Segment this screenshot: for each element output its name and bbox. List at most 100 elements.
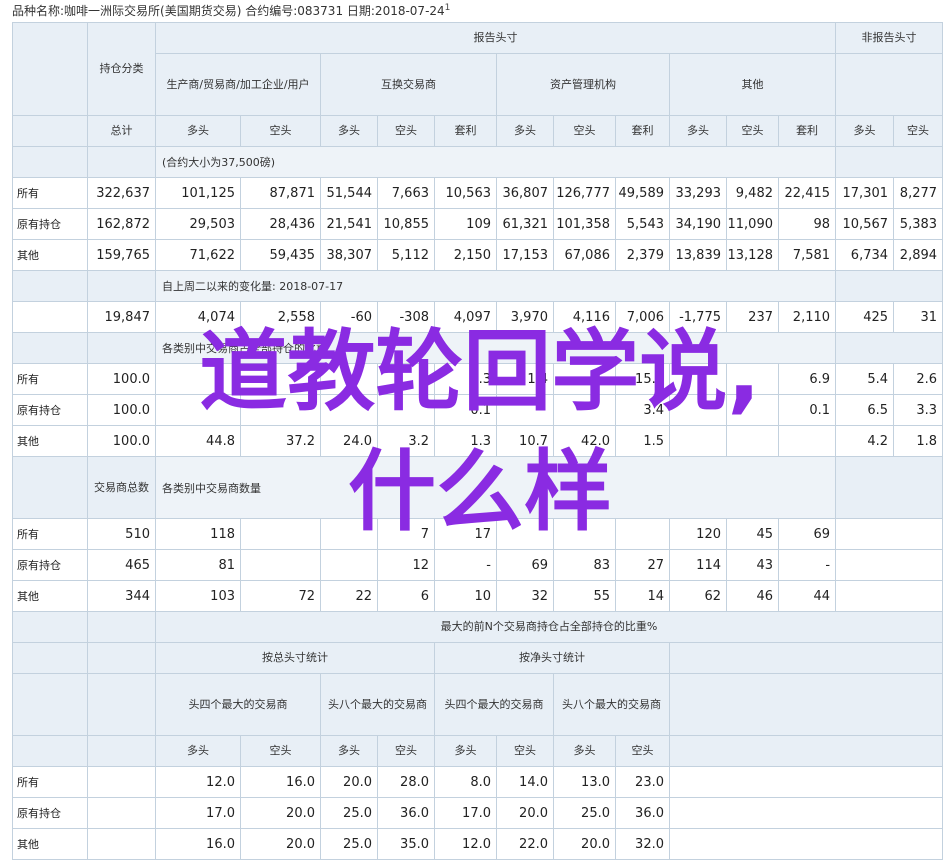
value-cell: 11,090 [726,208,779,240]
value-cell: 23.0 [615,766,670,798]
s5-h-short-2: 空头 [377,735,435,767]
value-cell [155,363,241,395]
section5-ls-corner-2 [87,735,156,767]
value-cell: 87,871 [240,177,321,209]
value-cell [320,363,378,395]
value-cell: 35.0 [377,828,435,860]
s5-h-long-4: 多头 [553,735,616,767]
section5-g-corner-2 [87,642,156,674]
value-cell: 7 [377,518,435,550]
section5-net: 按净头寸统计 [434,642,670,674]
section2-title: 自上周二以来的变化量: 2018-07-17 [154,270,837,302]
s5-h-long-1: 多头 [155,735,241,767]
section4-body: 所有 510 118 7 17 120 45 69 原有持仓 465 81 12-69 83 27 114 4… [12,518,944,612]
value-cell: 2.6 [893,363,944,395]
value-cell: 20.0 [240,828,321,860]
section5-title: 最大的前N个交易商持仓占全部持仓的比重% [154,611,944,643]
value-cell: -60 [320,301,378,333]
value-cell [669,425,727,457]
spacer-cell [87,797,156,829]
value-cell: -1,775 [669,301,727,333]
value-cell: 20.0 [240,797,321,829]
table-row: 原有持仓 100.0 0.1 3.4 0.1 6.5 3.3 [12,394,944,426]
value-cell: 17,301 [835,177,895,209]
value-cell [553,518,616,550]
table-row: 其他 100.0 44.8 37.2 24.0 3.2 1.3 10.7 42.0 1.5 4.2 1… [12,425,944,457]
value-cell: 44.8 [155,425,241,457]
section5-group-row: 按总头寸统计 按净头寸统计 [12,642,944,674]
col-other-short: 空头 [726,115,779,147]
spacer-cell [835,549,944,581]
value-cell: 24.0 [320,425,378,457]
value-cell: 27 [615,549,670,581]
value-cell: 3,970 [496,301,554,333]
value-cell [155,394,241,426]
value-cell: 6.9 [777,363,837,395]
value-cell: 5,112 [377,239,435,271]
section4-corner [12,456,88,519]
value-cell: 103 [155,580,241,612]
row-label: 原有持仓 [12,797,88,829]
section2-title-row: 自上周二以来的变化量: 2018-07-17 [12,270,944,302]
table-row: 原有持仓 17.0 20.0 25.0 36.0 17.0 20.0 25.0 36.0 [12,797,944,829]
table-row: 所有 510 118 7 17 120 45 69 [12,518,944,550]
value-cell [777,425,837,457]
section5-net-top4: 头四个最大的交易商 [434,673,554,736]
section1-corner [12,146,88,178]
value-cell: 67,086 [553,239,616,271]
section5-gross-top4: 头四个最大的交易商 [155,673,321,736]
s5-h-short-1: 空头 [240,735,321,767]
section3-body: 所有 100.0 3.3 1.4 15.4 6.9 5.4 2.6 原有持仓 100.0 0.1 3.… [12,363,944,457]
value-cell: 36.0 [377,797,435,829]
value-cell: 83 [553,549,616,581]
value-cell: 28.0 [377,766,435,798]
value-cell: 22.0 [496,828,554,860]
row-label: 所有 [12,177,88,209]
value-cell: 44 [777,580,837,612]
section2-corner [12,270,88,302]
col-managed: 资产管理机构 [496,53,670,116]
section4-title-row: 交易商总数 各类别中交易商数量 [12,456,944,519]
section5-title-row: 最大的前N个交易商持仓占全部持仓的比重% [12,611,944,643]
value-cell [553,394,616,426]
value-cell: 42.0 [553,425,616,457]
value-cell: 2,894 [893,239,944,271]
table-row: 原有持仓 162,872 29,503 28,436 21,541 10,855 109 61… [12,208,944,240]
section5-g-corner [12,642,88,674]
value-cell: 13,839 [669,239,727,271]
table-row: 所有 100.0 3.3 1.4 15.4 6.9 5.4 2.6 [12,363,944,395]
value-cell: 72 [240,580,321,612]
section2-title-blank [835,270,944,302]
value-cell: 12 [377,549,435,581]
value-cell: 98 [777,208,837,240]
col-other-long: 多头 [669,115,727,147]
value-cell: 162,872 [87,208,156,240]
value-cell: 4,116 [553,301,616,333]
spacer-cell [668,797,944,829]
value-cell: 61,321 [496,208,554,240]
section4-title-blank [835,456,944,519]
value-cell: 16.0 [240,766,321,798]
value-cell: -308 [377,301,435,333]
header-mark: 1 [444,3,451,13]
value-cell: 13.0 [553,766,616,798]
value-cell: 159,765 [87,239,156,271]
value-cell: 8,277 [893,177,944,209]
row-label: 原有持仓 [12,394,88,426]
spacer-cell [835,580,944,612]
corner-cell-2 [12,115,88,147]
value-cell: 17.0 [434,797,497,829]
value-cell: 5,383 [893,208,944,240]
section2-label [12,301,88,333]
value-cell: 10,563 [434,177,497,209]
value-cell: - [434,549,497,581]
row-label: 所有 [12,363,88,395]
section5-net-top8: 头八个最大的交易商 [553,673,670,736]
value-cell: 32 [496,580,554,612]
value-cell: 15.4 [615,363,670,395]
value-cell [240,363,321,395]
value-cell: 31 [893,301,944,333]
value-cell: 510 [87,518,156,550]
value-cell: 62 [669,580,727,612]
value-cell: 21,541 [320,208,378,240]
